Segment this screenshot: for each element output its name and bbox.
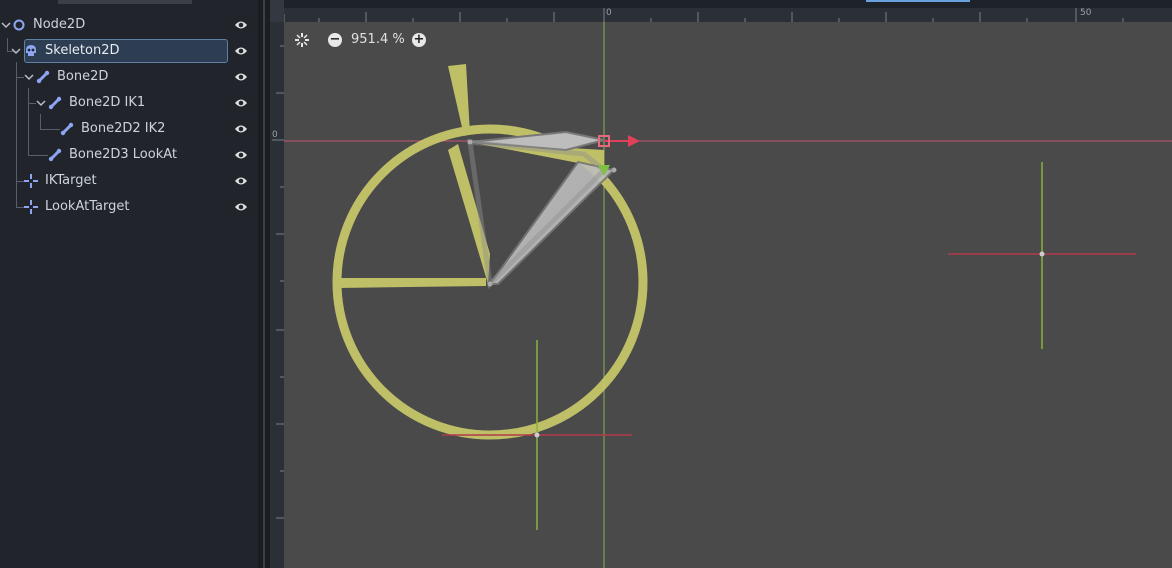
chevron-down-icon[interactable] [1, 20, 11, 30]
skeleton2d-skull-icon [26, 45, 36, 56]
bone2d-icon [36, 70, 50, 84]
tree-item-label: Node2D [33, 17, 86, 32]
eye-icon[interactable] [234, 45, 248, 57]
chevron-down-icon[interactable] [24, 72, 34, 82]
zoom-in-button[interactable]: + [412, 33, 426, 47]
canvas-viewport[interactable]: 0 50 0 [270, 0, 1172, 568]
scene-drawing [284, 22, 1172, 568]
tree-item-iktarget[interactable]: IKTarget [0, 168, 258, 194]
ruler-corner [270, 0, 284, 22]
eye-icon[interactable] [234, 71, 248, 83]
bone-polygon [448, 64, 470, 136]
eye-icon[interactable] [234, 201, 248, 213]
ruler-label: 0 [606, 8, 612, 18]
bone2d-icon [48, 148, 62, 162]
eye-icon[interactable] [234, 97, 248, 109]
bone2d-icon [48, 96, 62, 110]
panel-scrollbar[interactable] [58, 0, 192, 4]
splitter-divider [263, 0, 265, 568]
marker2d-icon [24, 174, 38, 188]
chevron-down-icon[interactable] [36, 98, 46, 108]
tree-item-label: Bone2D3 LookAt [69, 147, 178, 162]
tree-item-label: Bone2D [57, 69, 109, 84]
ruler-label: 50 [1080, 8, 1092, 18]
node2d-circle-icon [13, 19, 25, 31]
zoom-out-button[interactable]: − [328, 33, 342, 47]
eye-icon[interactable] [234, 149, 248, 161]
2d-editor-canvas[interactable] [284, 22, 1172, 568]
center-view-icon[interactable] [294, 32, 310, 48]
tree-item-bone2d3-lookat[interactable]: Bone2D3 LookAt [0, 142, 258, 168]
bone-polygon [448, 144, 490, 284]
eye-icon[interactable] [234, 175, 248, 187]
bone-shapes [332, 64, 648, 440]
tree-item-label: IKTarget [45, 173, 97, 188]
tree-item-node2d[interactable]: Node2D [0, 12, 258, 38]
bone-polygon [338, 278, 486, 288]
tree-item-label: Bone2D2 IK2 [81, 121, 166, 136]
active-tab-indicator [866, 0, 970, 2]
tree-item-bone2d[interactable]: Bone2D [0, 64, 258, 90]
tree-item-bone2d2-ik2[interactable]: Bone2D2 IK2 [0, 116, 258, 142]
bone2d-icon [60, 122, 74, 136]
zoom-level-label[interactable]: 951.4 % [351, 32, 405, 47]
ruler-ticks [272, 45, 284, 519]
tree-item-label: Bone2D IK1 [69, 95, 146, 110]
tree-item-lookattarget[interactable]: LookAtTarget [0, 194, 258, 220]
eye-icon[interactable] [234, 19, 248, 31]
chevron-down-icon[interactable] [11, 46, 21, 56]
tab-strip [270, 0, 1172, 8]
tree-item-skeleton2d[interactable]: Skeleton2D [0, 38, 258, 64]
tree-item-label: Skeleton2D [45, 43, 120, 58]
iktarget-marker [948, 162, 1136, 349]
ruler-label: 0 [272, 130, 278, 140]
marker2d-icon [24, 200, 38, 214]
tree-item-label: LookAtTarget [45, 199, 130, 214]
ruler-left[interactable]: 0 [270, 22, 284, 568]
scene-tree-panel: Node2D Skeleton2D Bone2D Bone2D IK1 Bone… [0, 0, 258, 568]
eye-icon[interactable] [234, 123, 248, 135]
tree-item-bone2d-ik1[interactable]: Bone2D IK1 [0, 90, 258, 116]
